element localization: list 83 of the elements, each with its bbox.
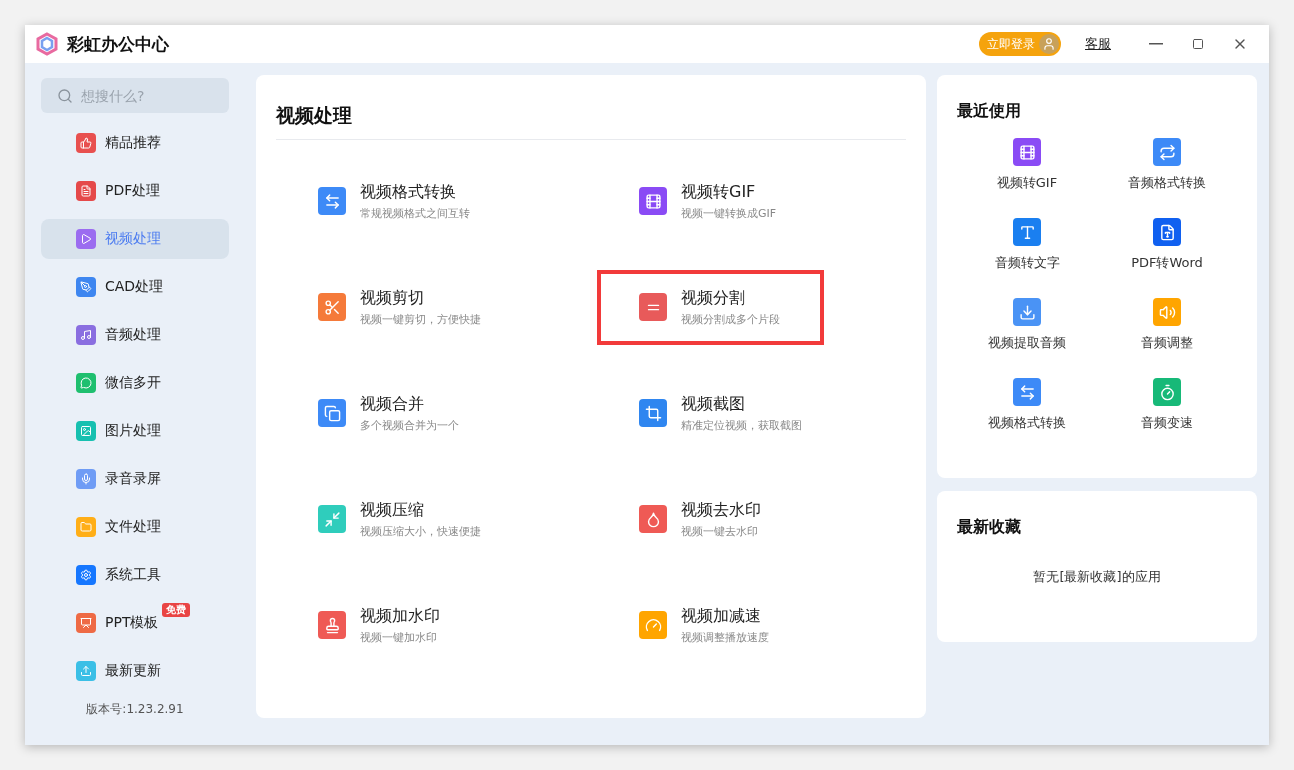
recent-item[interactable]: 视频提取音频 [957, 298, 1097, 378]
tool-description: 视频一键加水印 [360, 629, 438, 645]
highlighted-tool-item[interactable]: 视频分割 视频分割成多个片段 [597, 269, 824, 345]
search-field[interactable]: 想搜什么? [41, 78, 229, 113]
tool-description: 精准定位视频，获取截图 [681, 417, 802, 433]
tool-item[interactable]: 视频格式转换 常规视频格式之间互转 [276, 163, 514, 239]
tool-title: 视频去水印 [681, 499, 761, 521]
recent-item[interactable]: 视频格式转换 [957, 378, 1097, 458]
sidebar-label: 视频处理 [105, 230, 161, 248]
recent-label: 视频提取音频 [988, 334, 1066, 352]
sidebar-label: 录音录屏 [105, 470, 161, 488]
sidebar-item[interactable]: PDF处理 [41, 171, 229, 211]
sidebar-item[interactable]: 微信多开 [41, 363, 229, 403]
tool-description: 视频一键剪切，方便快捷 [360, 311, 481, 327]
sidebar-item[interactable]: CAD处理 [41, 267, 229, 307]
minimize-icon [1149, 43, 1163, 45]
tool-title: 视频加减速 [681, 605, 762, 627]
sidebar-label: 图片处理 [105, 422, 161, 440]
avatar-icon [1039, 34, 1059, 54]
sidebar-label: 音频处理 [105, 326, 161, 344]
version-text: 版本号:1.23.2.91 [86, 701, 184, 718]
tool-description: 视频压缩大小，快速便捷 [360, 523, 481, 539]
tool-description: 视频调整播放速度 [681, 629, 769, 645]
favorites-title: 最新收藏 [957, 517, 1022, 538]
tool-item[interactable]: 视频截图 精准定位视频，获取截图 [597, 375, 846, 451]
recent-label: 视频格式转换 [988, 414, 1066, 432]
recent-label: PDF转Word [1131, 254, 1203, 272]
sidebar-label: PPT模板 [105, 614, 159, 632]
tool-title: 视频剪切 [360, 287, 425, 309]
service-link[interactable]: 客服 [1085, 35, 1111, 53]
tool-description: 视频分割成多个片段 [681, 311, 780, 327]
recent-title: 最近使用 [957, 101, 1022, 122]
recent-item[interactable]: 音频转文字 [957, 218, 1097, 298]
tool-item[interactable]: 视频剪切 视频一键剪切，方便快捷 [276, 269, 525, 345]
tool-title: 视频合并 [360, 393, 425, 415]
tool-title: 视频分割 [681, 287, 746, 309]
recent-label: 音频格式转换 [1128, 174, 1206, 192]
sidebar-label: 文件处理 [105, 518, 161, 536]
sidebar-item[interactable]: 系统工具 [41, 555, 229, 595]
sidebar-item[interactable]: 图片处理 [41, 411, 229, 451]
sidebar-item[interactable]: PPT模板 免费 [41, 603, 229, 643]
tool-item[interactable]: 视频压缩 视频压缩大小，快速便捷 [276, 481, 525, 557]
tool-item[interactable]: 视频合并 多个视频合并为一个 [276, 375, 503, 451]
sidebar-label: CAD处理 [105, 278, 164, 296]
app-title: 彩虹办公中心 [67, 32, 170, 56]
sidebar-item[interactable]: 精品推荐 [41, 123, 229, 163]
recent-item[interactable]: 音频变速 [1097, 378, 1237, 458]
empty-message: 暂无[最新收藏]的应用 [1033, 568, 1161, 586]
tool-title: 视频压缩 [360, 499, 425, 521]
rainbow-logo-icon [35, 32, 59, 56]
tool-item[interactable]: 视频去水印 视频一键去水印 [597, 481, 805, 557]
recent-item[interactable]: PDF转Word [1097, 218, 1237, 298]
maximize-icon [1192, 38, 1204, 50]
recent-item[interactable]: 音频格式转换 [1097, 138, 1237, 218]
tool-description: 视频一键去水印 [681, 523, 759, 539]
sidebar-label: 系统工具 [105, 566, 161, 584]
tool-title: 视频格式转换 [360, 181, 457, 203]
sidebar-label: 微信多开 [105, 374, 161, 392]
sidebar-item[interactable]: 最新更新 [41, 651, 229, 691]
sidebar-label: 最新更新 [105, 662, 161, 680]
recent-label: 音频调整 [1141, 334, 1193, 352]
tool-title: 视频截图 [681, 393, 746, 415]
tool-item[interactable]: 视频转GIF 视频一键转换成GIF [597, 163, 821, 239]
sidebar-label: PDF处理 [105, 182, 161, 200]
sidebar-label: 精品推荐 [105, 134, 161, 152]
tool-item[interactable]: 视频加减速 视频调整播放速度 [597, 587, 813, 663]
recent-item[interactable]: 音频调整 [1097, 298, 1237, 378]
recent-label: 音频转文字 [994, 254, 1060, 272]
recent-label: 音频变速 [1141, 414, 1193, 432]
recent-item[interactable]: 视频转GIF [957, 138, 1097, 218]
free-badge: 免费 [162, 603, 190, 617]
tool-description: 常规视频格式之间互转 [360, 205, 470, 221]
section-title: 视频处理 [276, 103, 906, 140]
search-icon [57, 88, 73, 104]
tool-title: 视频加水印 [360, 605, 440, 627]
sidebar-item[interactable]: 录音录屏 [41, 459, 229, 499]
tool-item[interactable]: 视频加水印 视频一键加水印 [276, 587, 484, 663]
sidebar-item[interactable]: 文件处理 [41, 507, 229, 547]
tool-title: 视频转GIF [681, 181, 757, 203]
tool-description: 多个视频合并为一个 [360, 417, 459, 433]
tool-description: 视频一键转换成GIF [681, 205, 777, 221]
sidebar-item[interactable]: 音频处理 [41, 315, 229, 355]
recent-label: 视频转GIF [996, 174, 1058, 192]
